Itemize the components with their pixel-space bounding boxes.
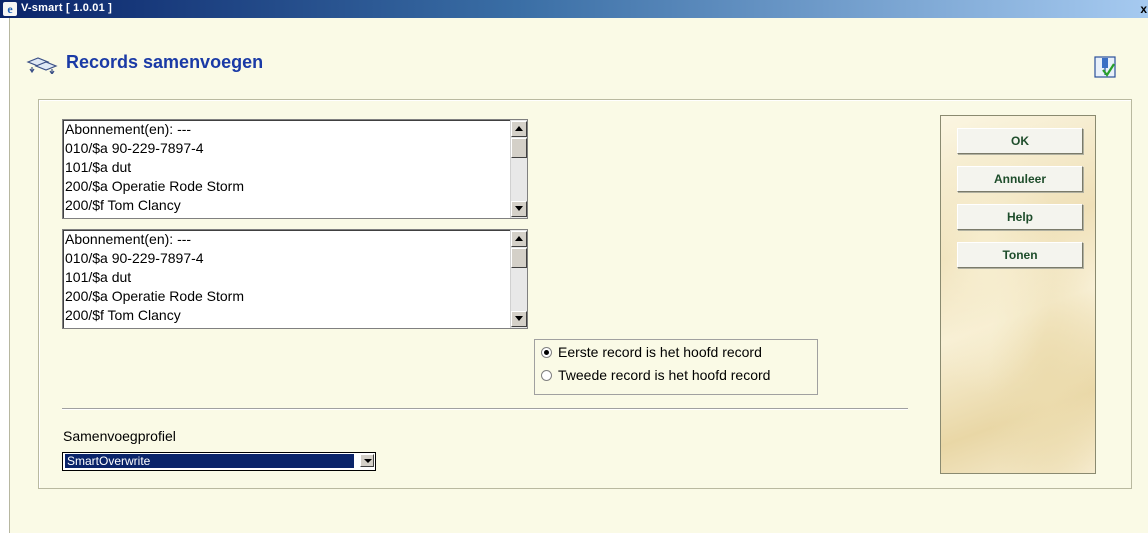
radio-second-record[interactable]: Tweede record is het hoofd record bbox=[541, 367, 770, 389]
list-item[interactable]: Abonnement(en): --- bbox=[63, 230, 527, 249]
profile-select[interactable]: SmartOverwrite bbox=[62, 452, 376, 471]
window-titlebar: e V-smart [ 1.0.01 ] x bbox=[0, 0, 1148, 18]
cancel-button[interactable]: Annuleer bbox=[957, 166, 1083, 192]
radio-selected-icon[interactable] bbox=[541, 346, 552, 358]
divider bbox=[62, 408, 908, 410]
list-item[interactable]: 010/$a 90-229-7897-4 bbox=[63, 139, 527, 158]
list-item[interactable]: 200/$a Operatie Rode Storm bbox=[63, 177, 527, 196]
list-item[interactable]: Abonnement(en): --- bbox=[63, 120, 527, 139]
record-2-scrollbar[interactable] bbox=[510, 230, 527, 328]
scroll-up-button[interactable] bbox=[511, 121, 527, 137]
record-1-listbox[interactable]: Abonnement(en): --- 010/$a 90-229-7897-4… bbox=[62, 119, 528, 219]
main-record-radio-group: Eerste record is het hoofd record Tweede… bbox=[534, 339, 818, 395]
scroll-down-button[interactable] bbox=[511, 201, 527, 217]
profile-selected-value[interactable]: SmartOverwrite bbox=[65, 454, 354, 468]
radio-first-label: Eerste record is het hoofd record bbox=[558, 344, 762, 360]
record-1-scrollbar[interactable] bbox=[510, 120, 527, 218]
radio-unselected-icon[interactable] bbox=[541, 369, 552, 381]
radio-second-label: Tweede record is het hoofd record bbox=[558, 367, 771, 383]
list-item[interactable]: 101/$a dut bbox=[63, 158, 527, 177]
radio-first-record[interactable]: Eerste record is het hoofd record bbox=[541, 344, 762, 366]
close-icon[interactable]: x bbox=[1140, 2, 1147, 16]
scroll-thumb[interactable] bbox=[511, 138, 527, 158]
page-title: Records samenvoegen bbox=[66, 52, 264, 72]
app-icon: e bbox=[3, 2, 17, 16]
scroll-up-button[interactable] bbox=[511, 231, 527, 247]
merge-records-icon bbox=[26, 57, 58, 74]
list-item[interactable]: 200/$f Tom Clancy bbox=[63, 306, 527, 325]
window-title: V-smart [ 1.0.01 ] bbox=[21, 2, 113, 14]
scroll-thumb[interactable] bbox=[511, 248, 527, 268]
ok-button[interactable]: OK bbox=[957, 128, 1083, 154]
record-2-listbox[interactable]: Abonnement(en): --- 010/$a 90-229-7897-4… bbox=[62, 229, 528, 329]
check-pin-icon[interactable] bbox=[1094, 56, 1116, 78]
scroll-down-button[interactable] bbox=[511, 311, 527, 327]
list-item[interactable]: 200/$f Tom Clancy bbox=[63, 196, 527, 215]
list-item[interactable]: 010/$a 90-229-7897-4 bbox=[63, 249, 527, 268]
show-button[interactable]: Tonen bbox=[957, 242, 1083, 268]
profile-label: Samenvoegprofiel bbox=[63, 428, 176, 444]
button-panel: OK Annuleer Help Tonen bbox=[940, 115, 1096, 474]
help-button[interactable]: Help bbox=[957, 204, 1083, 230]
chevron-down-icon[interactable] bbox=[360, 454, 374, 467]
list-item[interactable]: 101/$a dut bbox=[63, 268, 527, 287]
list-item[interactable]: 200/$a Operatie Rode Storm bbox=[63, 287, 527, 306]
